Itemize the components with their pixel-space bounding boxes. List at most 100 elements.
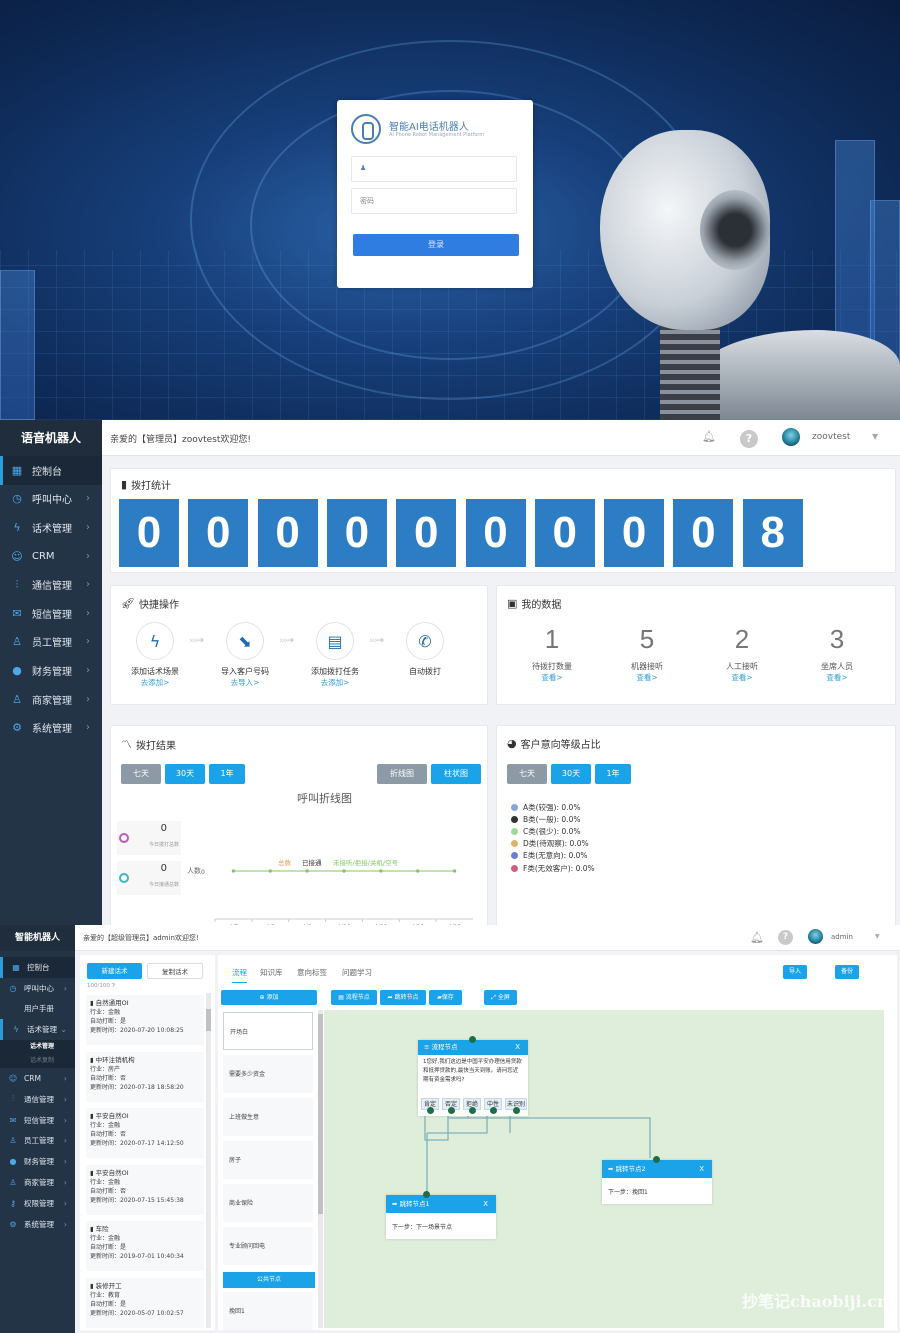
- username-field[interactable]: ♟: [351, 156, 517, 182]
- sidebar-item-3[interactable]: ϟ 话术管理 ⌄: [0, 1019, 75, 1041]
- node-list-item[interactable]: 挽回1: [223, 1292, 313, 1330]
- node-list-item[interactable]: 开场白: [223, 1012, 313, 1050]
- legend-item[interactable]: A类(较强): 0.0%: [511, 801, 595, 813]
- script-card[interactable]: ▮ 装修开工 行业：教育 自动打断：是 更新时间：2020-05-07 10:02:5…: [86, 1277, 204, 1328]
- sidebar-item-9[interactable]: ♙ 员工管理 ›: [0, 1131, 75, 1152]
- jump-node-2[interactable]: ➦ 跳转节点2 X 下一步：挽回1: [602, 1156, 712, 1204]
- copy-script-button[interactable]: 复制话术: [147, 963, 203, 979]
- quick-op-3[interactable]: ✆ 自动拨打: [385, 622, 465, 677]
- node-list-item[interactable]: 商业保险: [223, 1184, 313, 1222]
- output-port[interactable]: [426, 1107, 434, 1114]
- quick-op-link[interactable]: 去导入>: [205, 677, 285, 688]
- legend-item[interactable]: D类(待观察): 0.0%: [511, 838, 595, 850]
- help-icon[interactable]: ?: [778, 930, 793, 945]
- script-card[interactable]: ▮ 车险 行业：金融 自动打断：是 更新时间：2019-07-01 10:40:34: [86, 1221, 204, 1271]
- quick-op-2[interactable]: ▤ 添加拨打任务 去添加>: [295, 622, 375, 688]
- sidebar-item-1[interactable]: ◷ 呼叫中心 ›: [0, 978, 75, 999]
- avatar[interactable]: [782, 428, 800, 446]
- range-7days-button[interactable]: 七天: [121, 764, 161, 784]
- quick-op-0[interactable]: ϟ 添加话术场景 去添加>: [115, 622, 195, 688]
- tab-0[interactable]: 流程: [232, 967, 247, 983]
- password-field[interactable]: 密码: [351, 188, 517, 214]
- legend-item[interactable]: 总数: [278, 858, 292, 867]
- notification-icon[interactable]: 🔔︎: [750, 931, 764, 944]
- range-30days-button[interactable]: 30天: [551, 764, 591, 784]
- output-port[interactable]: [512, 1107, 520, 1114]
- stat-link[interactable]: 查看>: [697, 672, 787, 683]
- legend-item[interactable]: E类(无意向): 0.0%: [511, 850, 595, 862]
- range-1year-button[interactable]: 1年: [209, 764, 245, 784]
- legend-item[interactable]: B类(一般): 0.0%: [511, 813, 595, 825]
- backup-button[interactable]: 备份: [835, 965, 859, 979]
- quick-op-1[interactable]: ⬊ 导入客户号码 去导入>: [205, 622, 285, 688]
- legend-item[interactable]: 未接听/拒接/关机/空号: [333, 858, 399, 867]
- sidebar-subitem[interactable]: 用户手册: [0, 999, 75, 1020]
- task-icon[interactable]: ▤: [316, 622, 354, 660]
- username-label[interactable]: admin: [831, 933, 853, 941]
- range-30days-button[interactable]: 30天: [165, 764, 205, 784]
- sidebar-item-2[interactable]: ϟ 话术管理 ›: [0, 513, 102, 542]
- sidebar-item-10[interactable]: ● 财务管理 ›: [0, 1151, 75, 1172]
- node-list-item[interactable]: 上班做生意: [223, 1098, 313, 1136]
- range-7days-button[interactable]: 七天: [507, 764, 547, 784]
- sidebar-item-7[interactable]: ⫶ 通信管理 ›: [0, 1089, 75, 1110]
- add-node-button[interactable]: ⊕ 添加: [221, 990, 317, 1005]
- script-card[interactable]: ▮ 中环注销机构 行业：房产 自动打断：否 更新时间：2020-07-18 18:58…: [86, 1051, 204, 1102]
- sidebar-item-5[interactable]: ✉ 短信管理 ›: [0, 599, 102, 628]
- script-card[interactable]: ▮ 平安自然OI 行业：金融 自动打断：否 更新时间：2020-07-17 14:12…: [86, 1108, 204, 1158]
- legend-item[interactable]: C类(很少): 0.0%: [511, 825, 595, 837]
- output-port[interactable]: [489, 1107, 497, 1114]
- tab-1[interactable]: 知识库: [260, 967, 283, 978]
- flow-node[interactable]: ≡ 流程节点 X 1您好,我们这边是中国平安办理信用贷款和抵押贷款的,最快当天到账…: [418, 1036, 528, 1116]
- sidebar-item-6[interactable]: ♙ 员工管理 ›: [0, 628, 102, 657]
- quick-op-link[interactable]: 去添加>: [115, 677, 195, 688]
- range-1year-button[interactable]: 1年: [595, 764, 631, 784]
- sidebar-item-13[interactable]: ⚙ 系统管理 ›: [0, 1214, 75, 1235]
- output-port[interactable]: [468, 1107, 476, 1114]
- public-nodes-header[interactable]: 公共节点: [223, 1272, 315, 1288]
- scrollbar[interactable]: [206, 993, 211, 1328]
- save-button[interactable]: ▰保存: [429, 990, 462, 1005]
- jump-node-button[interactable]: ➦ 跳转节点: [380, 990, 426, 1005]
- stat-link[interactable]: 查看>: [792, 672, 882, 683]
- scrollbar[interactable]: [318, 1010, 323, 1328]
- stat-link[interactable]: 查看>: [602, 672, 692, 683]
- input-port[interactable]: [469, 1036, 476, 1043]
- sidebar-item-8[interactable]: ♙ 商家管理 ›: [0, 685, 102, 714]
- tab-2[interactable]: 意向标签: [297, 967, 327, 978]
- avatar[interactable]: [808, 929, 823, 944]
- import-icon[interactable]: ⬊: [226, 622, 264, 660]
- sidebar-item-3[interactable]: ☺ CRM ›: [0, 542, 102, 571]
- new-script-button[interactable]: 新建话术: [87, 963, 142, 979]
- username-label[interactable]: zoovtest: [812, 432, 850, 442]
- flow-node-button[interactable]: ▤ 流程节点: [331, 990, 377, 1005]
- sidebar-item-6[interactable]: ☺ CRM ›: [0, 1068, 75, 1089]
- legend-item[interactable]: F类(无效客户): 0.0%: [511, 862, 595, 874]
- help-icon[interactable]: ?: [740, 430, 758, 448]
- close-icon[interactable]: X: [515, 1040, 520, 1055]
- close-icon[interactable]: X: [699, 1160, 704, 1178]
- fullscreen-button[interactable]: ⤢ 全屏: [484, 990, 517, 1005]
- sidebar-item-0[interactable]: ▦ 控制台: [0, 957, 75, 978]
- sidebar-item-11[interactable]: ♙ 商家管理 ›: [0, 1172, 75, 1193]
- tab-3[interactable]: 问题学习: [342, 967, 372, 978]
- stat-link[interactable]: 查看>: [507, 672, 597, 683]
- chevron-down-icon[interactable]: ▼: [872, 432, 878, 441]
- input-port[interactable]: [653, 1156, 660, 1163]
- node-list-item[interactable]: 需要多少资金: [223, 1055, 313, 1093]
- import-button[interactable]: 导入: [783, 965, 807, 979]
- sidebar-item-9[interactable]: ⚙ 系统管理 ›: [0, 713, 102, 742]
- node-list-item[interactable]: 专业顾问回电: [223, 1227, 313, 1265]
- sidebar-item-8[interactable]: ✉ 短信管理 ›: [0, 1110, 75, 1131]
- sidebar-item-7[interactable]: ● 财务管理 ›: [0, 656, 102, 685]
- login-button[interactable]: 登录: [353, 234, 519, 256]
- chevron-down-icon[interactable]: ▼: [875, 933, 880, 940]
- sidebar-item-0[interactable]: ▦ 控制台: [0, 456, 102, 485]
- notification-icon[interactable]: 🔔︎: [702, 430, 716, 443]
- sidebar-item-1[interactable]: ◷ 呼叫中心 ›: [0, 485, 102, 514]
- sidebar-subitem[interactable]: 话术复制: [0, 1054, 75, 1069]
- output-port[interactable]: [447, 1107, 455, 1114]
- quick-op-link[interactable]: 去添加>: [295, 677, 375, 688]
- sidebar-item-4[interactable]: ⫶ 通信管理 ›: [0, 570, 102, 599]
- node-list-item[interactable]: 房子: [223, 1141, 313, 1179]
